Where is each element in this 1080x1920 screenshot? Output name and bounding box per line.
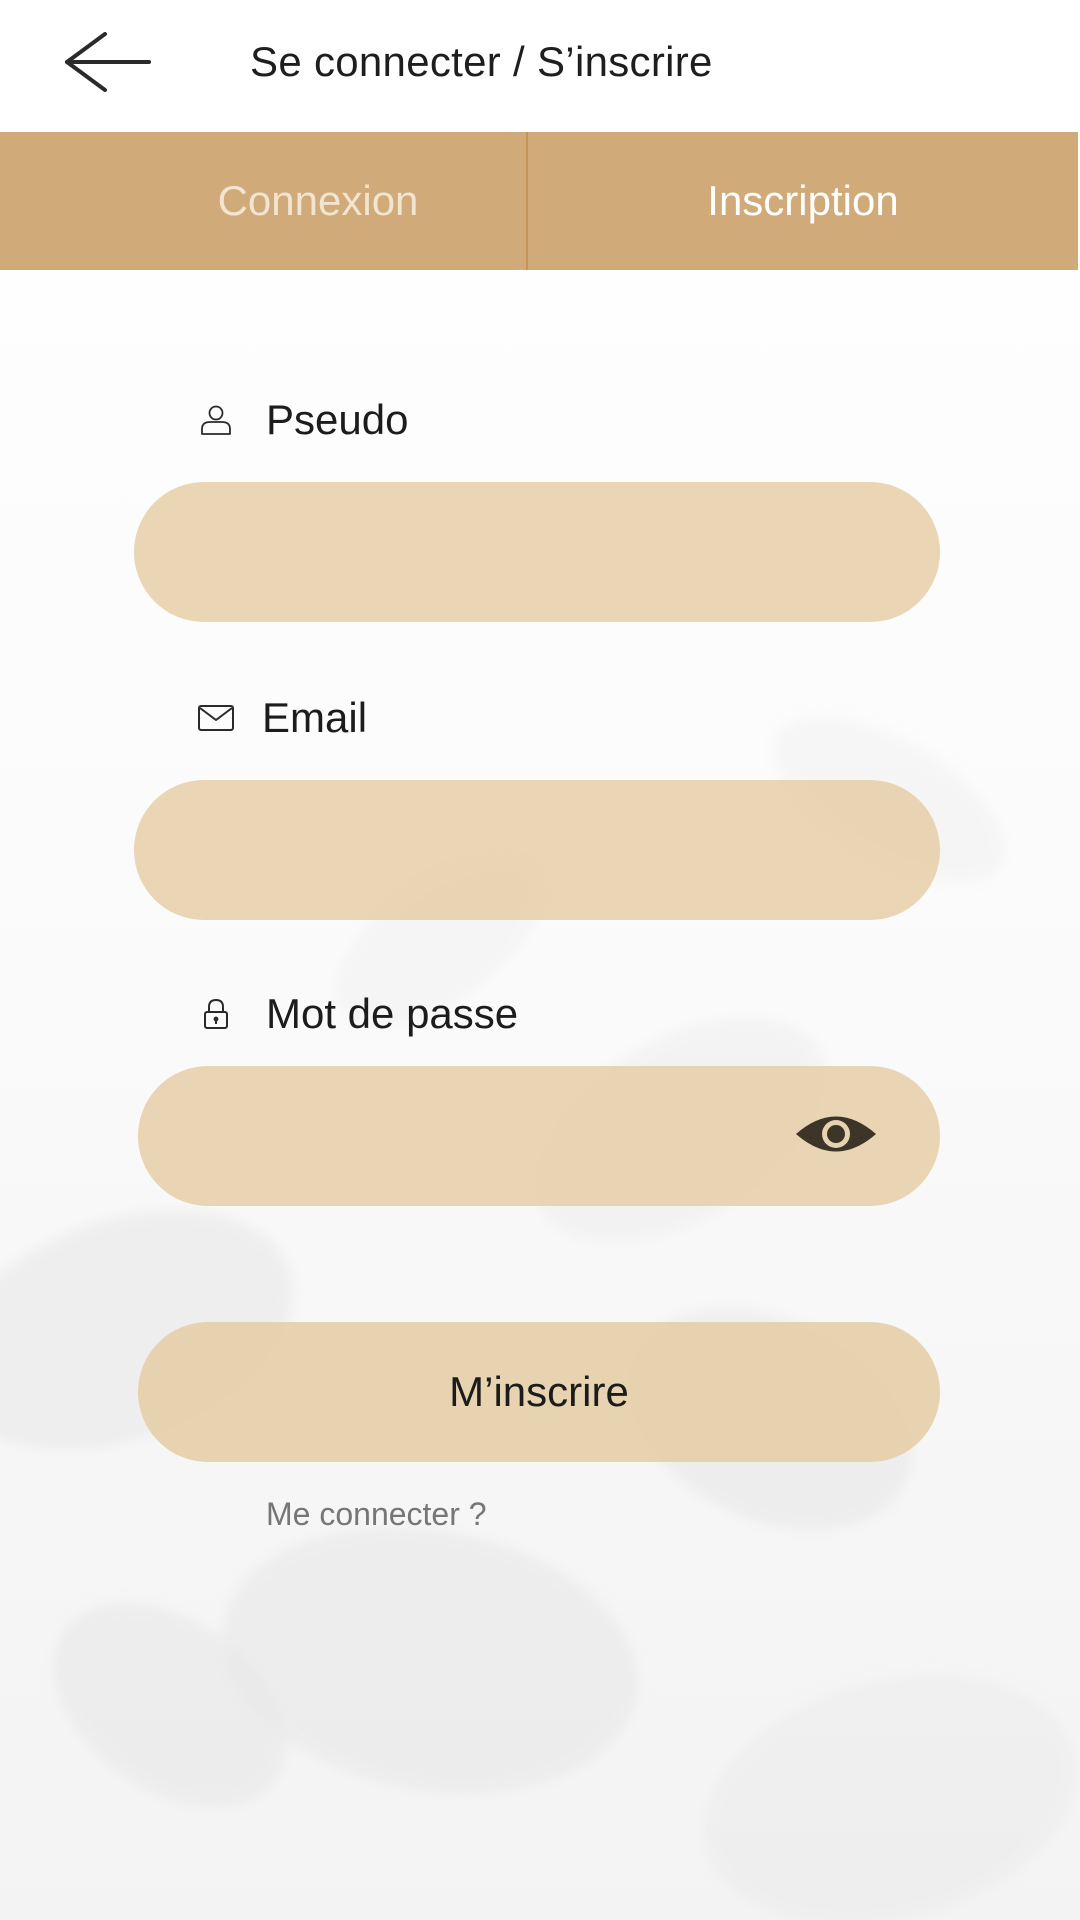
eye-icon [794,1111,878,1161]
page-title: Se connecter / S’inscrire [250,38,713,85]
lock-icon [196,994,236,1034]
pseudo-label: Pseudo [266,396,409,443]
email-label: Email [262,694,368,741]
user-icon [196,400,236,440]
password-input[interactable] [198,1066,784,1208]
back-button[interactable] [58,24,158,104]
pseudo-input[interactable] [194,482,884,624]
password-label: Mot de passe [266,990,519,1037]
mail-icon [196,698,236,738]
password-label-row: Mot de passe [196,990,518,1038]
arrow-left-icon [63,30,153,98]
signup-button[interactable]: M’inscrire [138,1322,940,1462]
password-field [138,1066,940,1208]
auth-tabs: Connexion Inscription [0,132,1078,270]
app-header: Se connecter / S’inscrire [0,0,1080,132]
email-field [134,780,940,922]
login-link[interactable]: Me connecter ? [266,1496,487,1533]
pseudo-field [134,482,940,624]
email-input[interactable] [194,780,884,922]
tab-connexion[interactable]: Connexion [0,132,528,270]
password-visibility-toggle[interactable] [794,1110,878,1162]
email-label-row: Email [196,694,367,742]
background-image [0,0,1080,1920]
pseudo-label-row: Pseudo [196,396,408,444]
tab-inscription[interactable]: Inscription [528,132,1078,270]
